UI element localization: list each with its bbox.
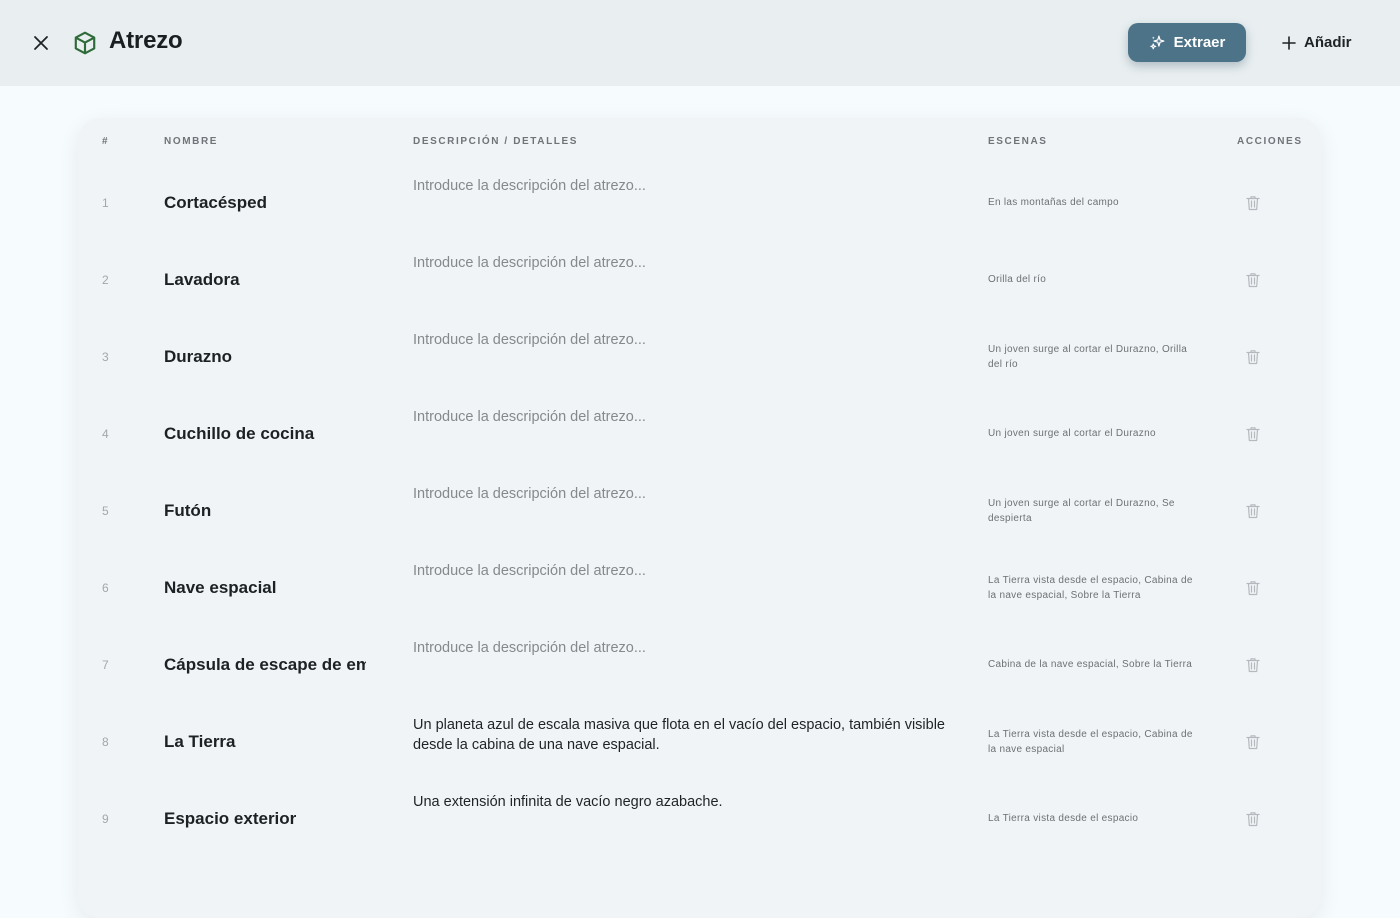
description-field[interactable]: Una extensión infinita de vacío negro az… (413, 792, 948, 812)
delete-button[interactable] (1242, 703, 1264, 780)
trash-icon (1246, 503, 1260, 518)
trash-icon (1246, 272, 1260, 287)
description-field[interactable]: Introduce la descripción del atrezo... (413, 253, 948, 273)
row-number: 4 (102, 426, 109, 441)
row-number: 1 (102, 195, 109, 210)
description-field[interactable]: Introduce la descripción del atrezo... (413, 330, 948, 350)
description-field[interactable]: Introduce la descripción del atrezo... (413, 638, 948, 658)
delete-button[interactable] (1242, 626, 1264, 703)
table-row: 6 Nave espacial Introduce la descripción d… (78, 549, 1321, 626)
scenes-list: La Tierra vista desde el espacio, Cabina… (988, 728, 1193, 755)
prop-name[interactable]: Espacio exterior (164, 780, 366, 857)
scenes-list: Un joven surge al cortar el Durazno, Se … (988, 497, 1175, 524)
row-number: 6 (102, 580, 109, 595)
delete-button[interactable] (1242, 241, 1264, 318)
delete-button[interactable] (1242, 164, 1264, 241)
scenes-list: Un joven surge al cortar el Durazno (988, 428, 1156, 439)
table-header: # NOMBRE DESCRIPCIÓN / DETALLES ESCENAS … (78, 118, 1321, 164)
description-field[interactable]: Un planeta azul de escala masiva que flo… (413, 715, 948, 755)
row-number: 7 (102, 657, 109, 672)
prop-name[interactable]: La Tierra (164, 703, 366, 780)
table-row: 2 Lavadora Introduce la descripción del at… (78, 241, 1321, 318)
trash-icon (1246, 580, 1260, 595)
prop-name[interactable]: Cuchillo de cocina (164, 395, 366, 472)
trash-icon (1246, 426, 1260, 441)
add-label: Añadir (1304, 34, 1352, 51)
scenes-list: Orilla del río (988, 274, 1047, 285)
description-field[interactable]: Introduce la descripción del atrezo... (413, 561, 948, 581)
sparkles-icon (1149, 35, 1165, 50)
delete-button[interactable] (1242, 549, 1264, 626)
trash-icon (1246, 349, 1260, 364)
table-row: 1 Cortacésped Introduce la descripción del… (78, 164, 1321, 241)
extract-button[interactable]: Extraer (1128, 23, 1246, 62)
prop-name[interactable]: Futón (164, 472, 366, 549)
row-number: 9 (102, 811, 109, 826)
trash-icon (1246, 734, 1260, 749)
description-field[interactable]: Introduce la descripción del atrezo... (413, 407, 948, 427)
row-number: 2 (102, 272, 109, 287)
trash-icon (1246, 657, 1260, 672)
close-icon (34, 36, 48, 50)
delete-button[interactable] (1242, 318, 1264, 395)
row-number: 5 (102, 503, 109, 518)
prop-name[interactable]: Cortacésped (164, 164, 366, 241)
column-header-name: NOMBRE (164, 136, 219, 147)
table-row: 3 Durazno Introduce la descripción del atr… (78, 318, 1321, 395)
cube-icon (74, 31, 96, 55)
table-row: 8 La Tierra Un planeta azul de escala masi… (78, 703, 1321, 780)
delete-button[interactable] (1242, 395, 1264, 472)
prop-name[interactable]: Durazno (164, 318, 366, 395)
table-row: 5 Futón Introduce la descripción del atrez… (78, 472, 1321, 549)
scenes-list: La Tierra vista desde el espacio, Cabina… (988, 574, 1193, 601)
add-button[interactable]: Añadir (1282, 23, 1352, 62)
trash-icon (1246, 195, 1260, 210)
prop-name[interactable]: Lavadora (164, 241, 366, 318)
scenes-list: En las montañas del campo (988, 197, 1119, 208)
scenes-list: Cabina de la nave espacial, Sobre la Tie… (988, 659, 1193, 670)
delete-button[interactable] (1242, 472, 1264, 549)
description-field[interactable]: Introduce la descripción del atrezo... (413, 176, 948, 196)
prop-name[interactable]: Cápsula de escape de emergencia (164, 626, 366, 703)
row-number: 8 (102, 734, 109, 749)
scenes-list: La Tierra vista desde el espacio (988, 813, 1139, 824)
table-row: 7 Cápsula de escape de emergencia Introduc… (78, 626, 1321, 703)
column-header-description: DESCRIPCIÓN / DETALLES (413, 136, 579, 147)
delete-button[interactable] (1242, 780, 1264, 857)
props-table: # NOMBRE DESCRIPCIÓN / DETALLES ESCENAS … (78, 118, 1321, 918)
page-title: Atrezo (109, 27, 183, 54)
extract-label: Extraer (1173, 34, 1226, 51)
plus-icon (1282, 35, 1296, 50)
column-header-number: # (102, 136, 110, 147)
close-button[interactable] (28, 30, 54, 56)
row-number: 3 (102, 349, 109, 364)
trash-icon (1246, 811, 1260, 826)
scenes-list: Un joven surge al cortar el Durazno, Ori… (988, 343, 1188, 370)
table-row: 4 Cuchillo de cocina Introduce la descripc… (78, 395, 1321, 472)
column-header-scenes: ESCENAS (988, 136, 1048, 147)
prop-name[interactable]: Nave espacial (164, 549, 366, 626)
column-header-actions: ACCIONES (1237, 136, 1303, 147)
description-field[interactable]: Introduce la descripción del atrezo... (413, 484, 948, 504)
top-bar: Atrezo Extraer Añadir (0, 0, 1400, 86)
table-row: 9 Espacio exterior Una extensión infinita … (78, 780, 1321, 857)
